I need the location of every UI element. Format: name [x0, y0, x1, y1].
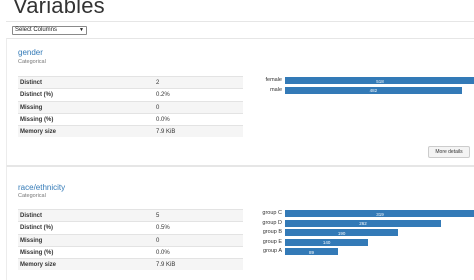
- stat-label: Distinct (%): [20, 225, 53, 232]
- stat-value: 0.5%: [156, 225, 170, 232]
- bar-row: female 518: [251, 76, 474, 86]
- stat-value: 0: [156, 237, 160, 244]
- stat-label: Distinct (%): [20, 92, 53, 99]
- stat-value: 7.9 KiB: [156, 129, 176, 136]
- stat-value: 7.9 KiB: [156, 262, 176, 269]
- bar-count-label: 89: [308, 249, 314, 255]
- stat-row: Memory size 7.9 KiB: [18, 258, 243, 271]
- stat-label: Missing (%): [20, 116, 54, 123]
- stat-row: Distinct 5: [18, 209, 243, 222]
- stat-row: Distinct (%) 0.2%: [18, 88, 243, 100]
- bar-category-label: group B: [262, 229, 282, 235]
- bar-row: group D 262: [251, 219, 474, 229]
- variable-name-link[interactable]: race/ethnicity: [18, 183, 65, 192]
- stats-table: Distinct 5 Distinct (%) 0.5% Missing 0 M…: [18, 209, 243, 271]
- page-title: Variables: [13, 0, 105, 18]
- stat-row: Missing 0: [18, 233, 243, 246]
- frequency-bar: 319: [285, 210, 474, 217]
- bar-count-label: 140: [322, 240, 331, 245]
- bar-count-label: 190: [337, 230, 346, 236]
- bar-category-label: female: [265, 77, 282, 83]
- select-columns-dropdown[interactable]: Select Columns ▼: [12, 26, 87, 35]
- bar-category-label: group A: [263, 248, 282, 254]
- stat-value: 0.2%: [156, 92, 170, 99]
- stat-value: 0.0%: [156, 116, 170, 123]
- chevron-down-icon: ▼: [79, 27, 84, 33]
- stat-value: 0: [156, 104, 160, 111]
- title-divider: [6, 21, 474, 22]
- stat-row: Missing 0: [18, 100, 243, 113]
- stat-value: 5: [156, 213, 160, 219]
- bar-row: group B 190: [251, 228, 474, 238]
- stat-label: Memory size: [20, 129, 57, 136]
- bar-row: group E 140: [251, 238, 474, 248]
- stat-row: Memory size 7.9 KiB: [18, 125, 243, 138]
- frequency-bar: 89: [285, 248, 338, 255]
- stat-row: Distinct 2: [18, 76, 243, 89]
- bar-category-label: group D: [262, 219, 282, 226]
- frequency-bar: 482: [285, 86, 462, 94]
- stat-value: 0.0%: [156, 249, 170, 256]
- variable-type: Categorical: [18, 193, 46, 199]
- frequency-bars: female 518 male 482: [251, 76, 474, 95]
- stat-row: Distinct (%) 0.5%: [18, 221, 243, 233]
- bar-count-label: 482: [369, 88, 378, 93]
- bar-category-label: group C: [262, 210, 282, 216]
- bar-row: group C 319: [251, 209, 474, 219]
- bar-category-label: group E: [262, 238, 282, 245]
- stat-row: Missing (%) 0.0%: [18, 245, 243, 258]
- stat-row: Missing (%) 0.0%: [18, 112, 243, 125]
- stats-table: Distinct 2 Distinct (%) 0.2% Missing 0 M…: [18, 76, 243, 138]
- frequency-bar: 518: [285, 77, 474, 84]
- stat-label: Distinct: [20, 213, 43, 219]
- bar-category-label: male: [270, 86, 282, 93]
- more-details-button[interactable]: More details: [428, 146, 470, 158]
- frequency-bar: 140: [285, 238, 369, 246]
- stat-label: Distinct: [20, 80, 43, 86]
- frequency-bar: 262: [285, 219, 442, 227]
- variable-card-gender: gender Categorical Distinct 2 Distinct (…: [6, 38, 474, 166]
- frequency-bars: group C 319 group D 262 group B 190 grou…: [251, 209, 474, 257]
- bar-count-label: 518: [376, 78, 384, 84]
- variable-card-race-ethnicity: race/ethnicity Categorical Distinct 5 Di…: [6, 166, 474, 280]
- bar-count-label: 319: [376, 211, 384, 217]
- stat-label: Memory size: [20, 262, 57, 269]
- variable-type: Categorical: [18, 59, 46, 65]
- stat-label: Missing: [20, 104, 43, 111]
- stat-label: Missing: [20, 237, 43, 244]
- select-columns-value: Select Columns: [15, 27, 58, 33]
- bar-row: group A 89: [251, 247, 474, 257]
- bar-row: male 482: [251, 86, 474, 96]
- stat-label: Missing (%): [20, 249, 54, 256]
- variable-name-link[interactable]: gender: [18, 48, 43, 57]
- bar-count-label: 262: [359, 221, 367, 226]
- stat-value: 2: [156, 80, 160, 86]
- frequency-bar: 190: [285, 229, 399, 236]
